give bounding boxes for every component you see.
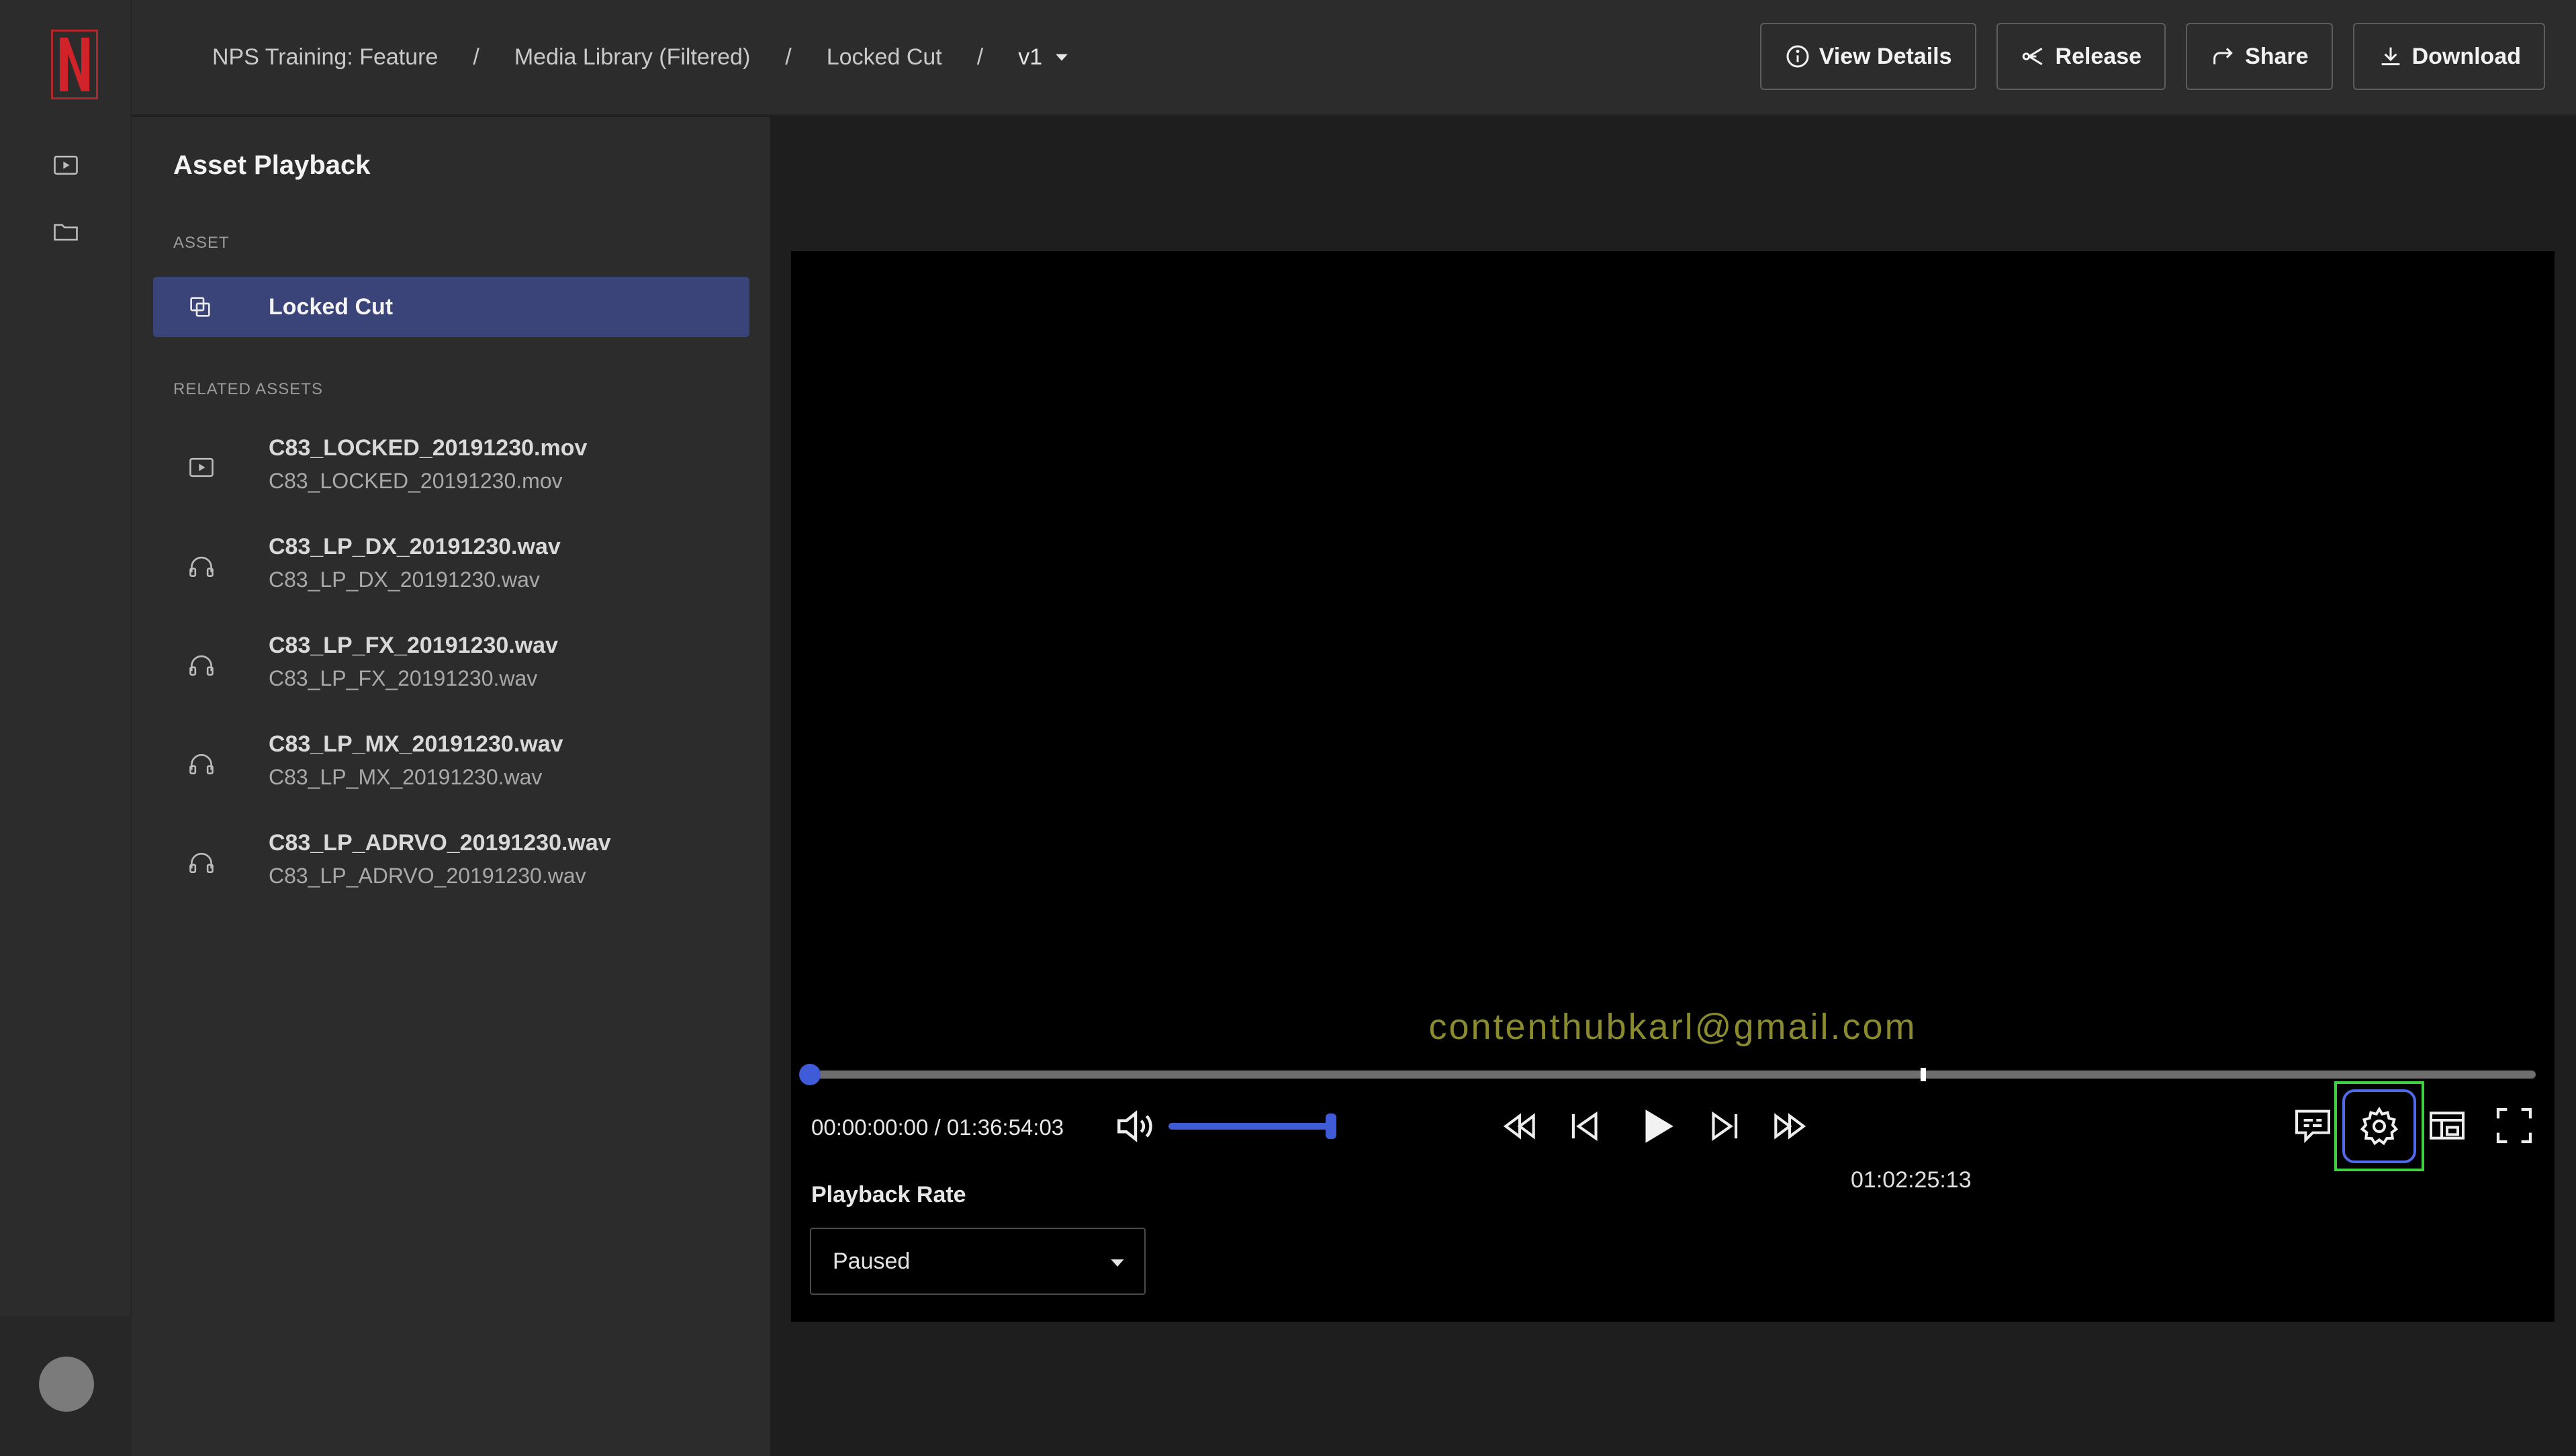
related-asset-filename: C83_LP_DX_20191230.wav bbox=[269, 567, 540, 592]
related-asset-name: C83_LP_DX_20191230.wav bbox=[269, 534, 561, 559]
picture-in-picture-icon bbox=[2430, 1111, 2465, 1140]
related-asset-item[interactable]: C83_LP_ADRVO_20191230.wav C83_LP_ADRVO_2… bbox=[153, 821, 749, 907]
version-dropdown[interactable]: v1 bbox=[1018, 44, 1069, 71]
seek-bar[interactable] bbox=[799, 1064, 2536, 1085]
gear-icon bbox=[2360, 1106, 2399, 1146]
related-asset-filename: C83_LP_ADRVO_20191230.wav bbox=[269, 864, 586, 888]
seek-bar-marker[interactable] bbox=[1920, 1068, 1926, 1081]
breadcrumb-separator: / bbox=[473, 44, 479, 70]
breadcrumb-media-library[interactable]: Media Library (Filtered) bbox=[514, 44, 750, 71]
volume-slider[interactable] bbox=[1168, 1113, 1336, 1139]
related-asset-name: C83_LP_MX_20191230.wav bbox=[269, 731, 563, 757]
related-assets-label: RELATED ASSETS bbox=[173, 380, 323, 398]
related-asset-name: C83_LOCKED_20191230.mov bbox=[269, 435, 588, 461]
share-arrow-icon bbox=[2213, 48, 2233, 64]
related-asset-filename: C83_LOCKED_20191230.mov bbox=[269, 469, 563, 493]
step-forward-button[interactable] bbox=[1703, 1105, 1745, 1147]
volume-button[interactable] bbox=[1113, 1104, 1158, 1148]
playback-rate-select[interactable]: Paused bbox=[810, 1228, 1146, 1295]
share-label: Share bbox=[2245, 43, 2309, 69]
selected-asset-label: Locked Cut bbox=[269, 293, 394, 320]
volume-slider-handle[interactable] bbox=[1326, 1113, 1336, 1139]
marker-timecode: 01:02:25:13 bbox=[1851, 1167, 1972, 1193]
asset-panel: Asset Playback ASSET Locked Cut RELATED … bbox=[132, 117, 771, 1456]
download-label: Download bbox=[2411, 43, 2521, 69]
rail-footer bbox=[0, 1316, 132, 1456]
media-nav-icon[interactable] bbox=[50, 149, 82, 181]
related-asset-filename: C83_LP_MX_20191230.wav bbox=[269, 765, 543, 789]
related-asset-item[interactable]: C83_LP_DX_20191230.wav C83_LP_DX_2019123… bbox=[153, 525, 749, 610]
release-share-nodes-icon bbox=[2022, 48, 2042, 65]
seek-bar-handle[interactable] bbox=[799, 1064, 821, 1085]
fullscreen-button[interactable] bbox=[2493, 1104, 2536, 1147]
rewind-icon bbox=[1503, 1113, 1535, 1140]
related-asset-item[interactable]: C83_LOCKED_20191230.mov C83_LOCKED_20191… bbox=[153, 426, 749, 512]
copy-cut-icon bbox=[190, 297, 210, 317]
breadcrumb-separator: / bbox=[785, 44, 792, 70]
video-player[interactable]: contenthubkarl@gmail.com 00:00:00:00 / 0… bbox=[791, 251, 2555, 1322]
headphones-icon bbox=[189, 754, 214, 774]
user-avatar[interactable] bbox=[39, 1357, 94, 1412]
captions-button[interactable] bbox=[2291, 1104, 2334, 1147]
fullscreen-icon bbox=[2496, 1107, 2532, 1144]
timecode-display: 00:00:00:00 / 01:36:54:03 bbox=[811, 1115, 1064, 1140]
playback-rate-label: Playback Rate bbox=[811, 1182, 966, 1208]
playback-rate-value: Paused bbox=[833, 1248, 911, 1274]
volume-icon bbox=[1117, 1110, 1152, 1142]
step-back-button[interactable] bbox=[1565, 1105, 1606, 1147]
settings-button[interactable] bbox=[2342, 1089, 2416, 1163]
view-details-label: View Details bbox=[1819, 43, 1952, 69]
caret-down-icon bbox=[1056, 54, 1068, 61]
fast-forward-icon bbox=[1774, 1113, 1806, 1140]
release-label: Release bbox=[2055, 43, 2142, 69]
picture-in-picture-button[interactable] bbox=[2426, 1104, 2469, 1147]
version-label: v1 bbox=[1018, 44, 1043, 70]
release-button[interactable]: Release bbox=[1996, 23, 2166, 90]
related-asset-name: C83_LP_ADRVO_20191230.wav bbox=[269, 830, 611, 856]
asset-section-label: ASSET bbox=[173, 234, 230, 252]
video-watermark: contenthubkarl@gmail.com bbox=[1428, 1007, 1917, 1047]
share-button[interactable]: Share bbox=[2186, 23, 2333, 90]
panel-title: Asset Playback bbox=[173, 150, 371, 180]
player-stage: contenthubkarl@gmail.com 00:00:00:00 / 0… bbox=[772, 117, 2576, 1456]
play-icon bbox=[1645, 1109, 1673, 1143]
folder-nav-icon[interactable] bbox=[50, 216, 82, 248]
related-asset-name: C83_LP_FX_20191230.wav bbox=[269, 633, 558, 658]
view-details-button[interactable]: View Details bbox=[1759, 23, 1976, 90]
breadcrumb: NPS Training: Feature / Media Library (F… bbox=[212, 39, 1069, 75]
play-button[interactable] bbox=[1635, 1104, 1679, 1148]
top-bar: NPS Training: Feature / Media Library (F… bbox=[132, 0, 2576, 116]
headphones-icon bbox=[189, 556, 214, 577]
breadcrumb-project[interactable]: NPS Training: Feature bbox=[212, 44, 438, 71]
related-asset-item[interactable]: C83_LP_MX_20191230.wav C83_LP_MX_2019123… bbox=[153, 722, 749, 808]
caret-down-icon bbox=[1111, 1259, 1124, 1267]
download-button[interactable]: Download bbox=[2352, 23, 2545, 90]
left-rail bbox=[0, 0, 132, 1456]
headphones-icon bbox=[189, 655, 214, 676]
rewind-button[interactable] bbox=[1499, 1105, 1540, 1147]
download-icon bbox=[2381, 47, 2399, 66]
breadcrumb-asset[interactable]: Locked Cut bbox=[827, 44, 942, 71]
fast-forward-button[interactable] bbox=[1769, 1105, 1810, 1147]
netflix-n-icon bbox=[60, 38, 89, 91]
toolbar-actions: View Details Release Share Download bbox=[1759, 23, 2545, 90]
settings-highlight bbox=[2334, 1081, 2424, 1171]
step-forward-icon bbox=[1712, 1111, 1738, 1142]
related-asset-filename: C83_LP_FX_20191230.wav bbox=[269, 666, 538, 690]
video-file-icon bbox=[189, 457, 214, 477]
headphones-icon bbox=[189, 852, 214, 873]
breadcrumb-separator: / bbox=[976, 44, 984, 70]
selected-asset-item[interactable]: Locked Cut bbox=[153, 277, 749, 337]
netflix-logo[interactable] bbox=[51, 30, 98, 99]
info-icon bbox=[1786, 45, 1809, 68]
related-asset-item[interactable]: C83_LP_FX_20191230.wav C83_LP_FX_2019123… bbox=[153, 623, 749, 709]
captions-icon bbox=[2295, 1109, 2330, 1144]
step-back-icon bbox=[1571, 1111, 1598, 1142]
